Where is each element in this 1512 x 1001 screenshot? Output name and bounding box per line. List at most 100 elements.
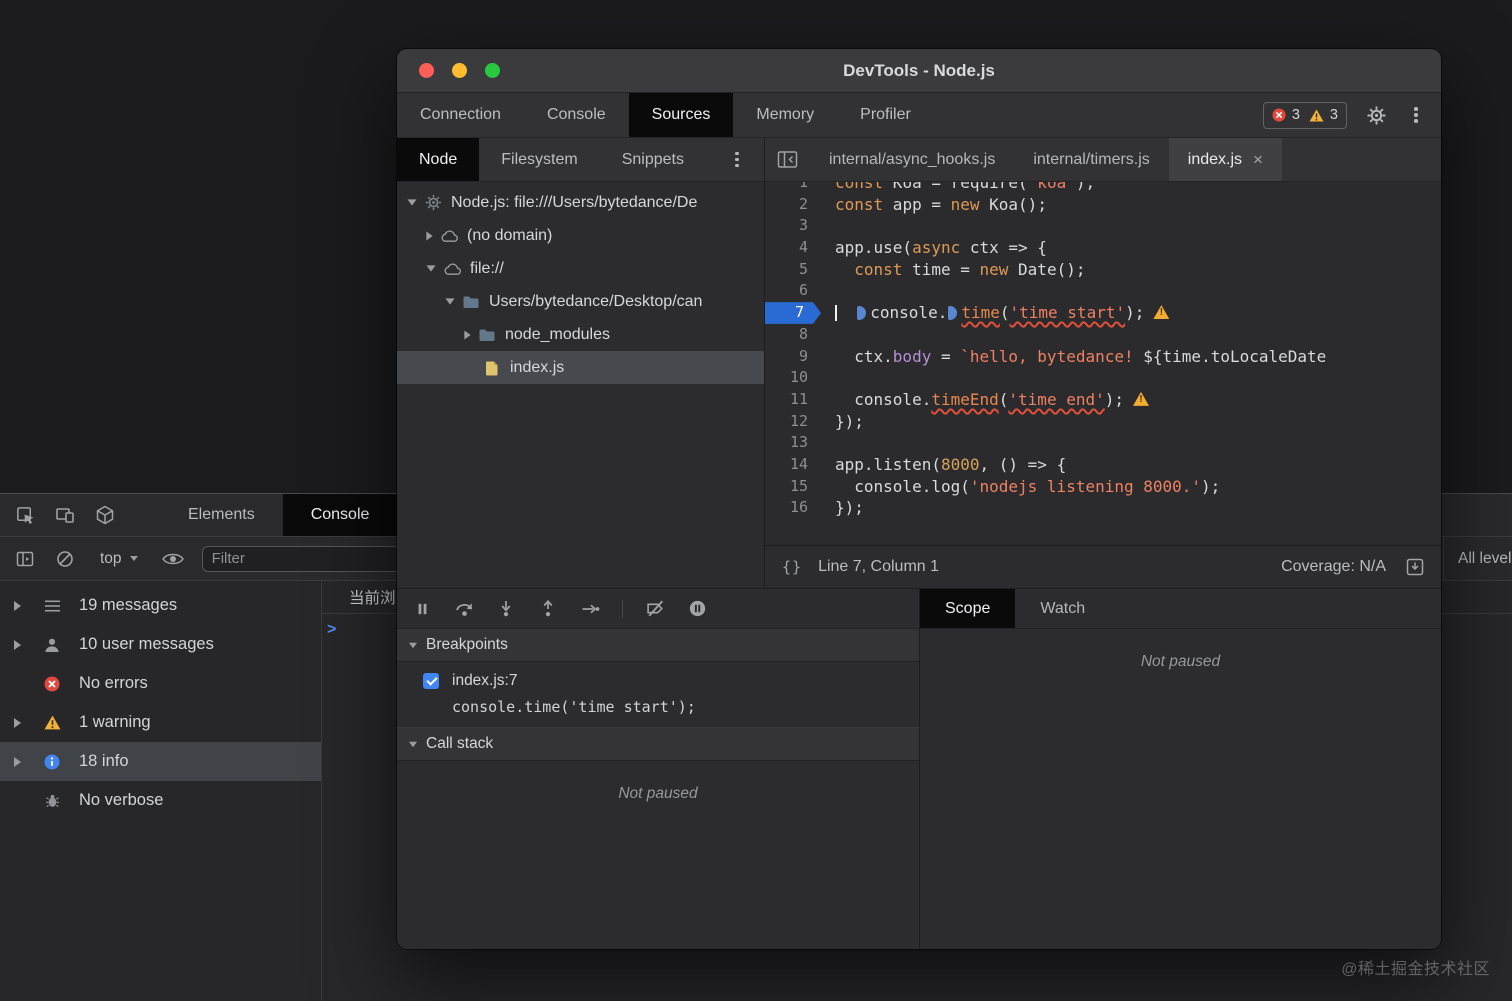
tree-item[interactable]: Users/bytedance/Desktop/can (397, 285, 764, 318)
file-tab[interactable]: internal/async_hooks.js (810, 138, 1014, 181)
step-into-icon[interactable] (496, 599, 516, 619)
code-line[interactable] (835, 280, 1441, 302)
tab-scope[interactable]: Scope (920, 589, 1015, 628)
tab-console[interactable]: Console (524, 93, 629, 137)
line-number[interactable]: 15 (765, 476, 821, 498)
line-number[interactable]: 11 (765, 389, 821, 411)
line-number[interactable]: 1 (765, 182, 821, 194)
code-line[interactable]: ctx.body = `hello, bytedance! ${time.toL… (835, 346, 1441, 368)
code-line[interactable] (835, 432, 1441, 454)
tree-item[interactable]: file:// (397, 252, 764, 285)
console-sidebar-toggle-icon[interactable] (12, 546, 38, 572)
tab-console[interactable]: Console (283, 494, 398, 536)
line-number[interactable]: 4 (765, 237, 821, 259)
tree-item[interactable]: index.js (397, 351, 764, 384)
tab-sources[interactable]: Sources (629, 93, 734, 137)
console-filter-item[interactable]: 19 messages (0, 586, 321, 625)
code-line[interactable]: const app = new Koa(); (835, 194, 1441, 216)
line-number[interactable]: 3 (765, 215, 821, 237)
code-line[interactable] (835, 324, 1441, 346)
code-line[interactable]: }); (835, 411, 1441, 433)
step-icon[interactable] (580, 599, 600, 619)
inline-breakpoint-icon[interactable] (857, 306, 866, 320)
nav-tab-node[interactable]: Node (397, 138, 479, 181)
line-number[interactable]: 12 (765, 411, 821, 433)
tab-memory[interactable]: Memory (733, 93, 837, 137)
tab-connection[interactable]: Connection (397, 93, 524, 137)
device-toolbar-icon[interactable] (52, 502, 78, 528)
collapse-sidebar-icon[interactable] (777, 150, 798, 169)
chevron-down-icon[interactable] (446, 298, 455, 304)
live-expression-eye-icon[interactable] (160, 546, 186, 572)
pause-script-icon[interactable] (412, 599, 432, 619)
step-out-icon[interactable] (538, 599, 558, 619)
line-number[interactable]: 7 (765, 302, 821, 324)
nav-tab-filesystem[interactable]: Filesystem (479, 138, 599, 181)
line-number[interactable]: 6 (765, 280, 821, 302)
code-line[interactable]: app.use(async ctx => { (835, 237, 1441, 259)
code-line[interactable]: console.time('time start'); (835, 302, 1441, 324)
inline-breakpoint-icon[interactable] (948, 306, 957, 320)
code-line[interactable]: }); (835, 497, 1441, 519)
chevron-right-icon[interactable] (426, 231, 432, 240)
line-number[interactable]: 8 (765, 324, 821, 346)
tree-item[interactable]: Node.js: file:///Users/bytedance/De (397, 186, 764, 219)
code-line[interactable]: console.timeEnd('time end'); (835, 389, 1441, 411)
code-line[interactable]: const Koa = require('koa'); (835, 182, 1441, 194)
chevron-down-icon[interactable] (427, 265, 436, 271)
line-number[interactable]: 16 (765, 497, 821, 519)
cube-3d-icon[interactable] (92, 502, 118, 528)
code-line[interactable]: const time = new Date(); (835, 259, 1441, 281)
breakpoint-entry[interactable]: index.js:7 console.time('time start'); (397, 662, 919, 728)
inspect-element-icon[interactable] (12, 502, 38, 528)
code-line[interactable]: app.listen(8000, () => { (835, 454, 1441, 476)
console-filter-item[interactable]: 1 warning (0, 703, 321, 742)
nav-tab-snippets[interactable]: Snippets (600, 138, 706, 181)
chevron-right-icon[interactable] (464, 330, 470, 339)
chevron-right-icon[interactable] (14, 601, 21, 611)
clear-console-icon[interactable] (52, 546, 78, 572)
tab-profiler[interactable]: Profiler (837, 93, 934, 137)
console-filter-item[interactable]: No verbose (0, 781, 321, 820)
line-number[interactable]: 10 (765, 367, 821, 389)
console-filter-item[interactable]: No errors (0, 664, 321, 703)
context-selector[interactable]: top (100, 550, 138, 568)
line-number[interactable]: 13 (765, 432, 821, 454)
chevron-right-icon[interactable] (14, 757, 21, 767)
breakpoint-checkbox[interactable] (423, 673, 439, 689)
chevron-right-icon[interactable] (14, 640, 21, 650)
warning-icon[interactable] (1133, 392, 1149, 406)
console-filter-item[interactable]: 10 user messages (0, 625, 321, 664)
tab-watch[interactable]: Watch (1015, 589, 1110, 628)
navigator-more-icon[interactable] (726, 149, 748, 171)
coverage-export-icon[interactable] (1406, 558, 1424, 576)
console-filter-item[interactable]: 18 info (0, 742, 321, 781)
code-editor[interactable]: 12345678910111213141516 const Koa = requ… (765, 182, 1441, 545)
log-levels-dropdown[interactable]: All levels (1443, 537, 1512, 580)
pause-on-exceptions-icon[interactable] (687, 599, 707, 619)
more-options-icon[interactable] (1405, 104, 1427, 126)
chevron-down-icon[interactable] (408, 199, 417, 205)
step-over-icon[interactable] (454, 599, 474, 619)
callstack-section-header[interactable]: Call stack (397, 728, 919, 761)
close-icon[interactable]: × (1253, 151, 1263, 168)
pretty-print-icon[interactable]: {} (782, 558, 802, 576)
line-number[interactable]: 2 (765, 194, 821, 216)
code-line[interactable]: console.log('nodejs listening 8000.'); (835, 476, 1441, 498)
deactivate-breakpoints-icon[interactable] (645, 599, 665, 619)
chevron-right-icon[interactable] (14, 718, 21, 728)
tab-elements[interactable]: Elements (160, 494, 283, 536)
tree-item[interactable]: (no domain) (397, 219, 764, 252)
breakpoints-section-header[interactable]: Breakpoints (397, 629, 919, 662)
file-tab[interactable]: index.js× (1169, 138, 1282, 181)
line-number[interactable]: 14 (765, 454, 821, 476)
settings-gear-icon[interactable] (1365, 104, 1387, 126)
code-line[interactable] (835, 367, 1441, 389)
tree-item[interactable]: node_modules (397, 318, 764, 351)
warning-icon[interactable] (1153, 305, 1169, 319)
code-line[interactable] (835, 215, 1441, 237)
issues-badge[interactable]: 3 3 (1263, 102, 1347, 129)
line-number[interactable]: 5 (765, 259, 821, 281)
file-tab[interactable]: internal/timers.js (1014, 138, 1168, 181)
line-number[interactable]: 9 (765, 346, 821, 368)
